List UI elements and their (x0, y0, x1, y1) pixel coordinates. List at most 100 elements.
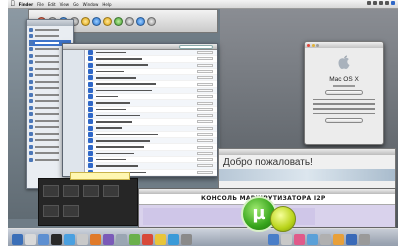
about-this-mac-window: Mac OS X (304, 41, 384, 145)
setting-icon (88, 113, 93, 119)
app-dock-icon[interactable] (294, 234, 305, 245)
menu-item-file[interactable]: File (37, 2, 44, 7)
media-thumbnail[interactable] (43, 185, 59, 197)
setting-icon (88, 119, 93, 125)
app-dock-icon[interactable] (168, 234, 179, 245)
app-dock-icon[interactable] (155, 234, 166, 245)
setting-value-field[interactable] (197, 164, 213, 168)
media-thumbnail[interactable] (63, 205, 79, 217)
folder-icon (29, 86, 33, 91)
setting-value-field[interactable] (197, 88, 213, 92)
apple-menu-icon[interactable]:  (11, 1, 15, 7)
setting-value-field[interactable] (197, 63, 213, 67)
finder-sidebar-item[interactable] (29, 34, 71, 40)
menu-item-go[interactable]: Go (73, 2, 79, 7)
limewire-icon[interactable] (270, 206, 296, 232)
setting-value-field[interactable] (197, 101, 213, 105)
setting-icon (88, 125, 93, 131)
media-thumbnail[interactable] (43, 205, 59, 217)
setting-value-field[interactable] (197, 158, 213, 162)
folder-icon (29, 99, 33, 104)
settings-icon[interactable] (125, 16, 134, 26)
menu-item-finder[interactable]: Finder (19, 2, 34, 7)
finder-dock-icon[interactable] (12, 234, 23, 245)
finder-titlebar[interactable] (27, 20, 73, 26)
setting-value-field[interactable] (197, 114, 213, 118)
app-dock-icon[interactable] (333, 234, 344, 245)
folder-icon (29, 40, 33, 45)
setting-value-field[interactable] (197, 95, 213, 99)
setting-value-field[interactable] (197, 170, 213, 174)
folder-icon (29, 125, 33, 130)
spotlight-icon[interactable] (391, 1, 395, 5)
help-icon[interactable] (136, 16, 145, 26)
setting-value-field[interactable] (197, 120, 213, 124)
settings-rows (86, 50, 217, 176)
folder-icon (29, 138, 33, 143)
app-dock-icon[interactable] (346, 234, 357, 245)
volume-icon[interactable] (373, 1, 377, 5)
globe-icon[interactable] (114, 16, 123, 26)
preferences-dock-icon[interactable] (77, 234, 88, 245)
media-thumbnail[interactable] (83, 185, 99, 197)
firefox-dock-icon[interactable] (90, 234, 101, 245)
setting-value-field[interactable] (197, 126, 213, 130)
setting-value-field[interactable] (197, 57, 213, 61)
menu-item-help[interactable]: Help (102, 2, 111, 7)
arrow-icon[interactable] (147, 16, 156, 26)
dock (8, 228, 398, 246)
minimize-icon[interactable] (311, 43, 315, 47)
app-dock-icon[interactable] (142, 234, 153, 245)
setting-value-field[interactable] (197, 70, 213, 74)
menu-item-window[interactable]: Window (83, 2, 99, 7)
app-dock-icon[interactable] (307, 234, 318, 245)
app-dock-icon[interactable] (281, 234, 292, 245)
search-input[interactable] (179, 45, 213, 49)
setting-icon (88, 132, 93, 137)
setting-icon (88, 163, 93, 169)
settings-sidebar (63, 50, 85, 176)
app-dock-icon[interactable] (181, 234, 192, 245)
safari-dock-icon[interactable] (64, 234, 75, 245)
media-thumbnail[interactable] (103, 185, 119, 197)
os-version (333, 85, 355, 87)
app-dock-icon[interactable] (129, 234, 140, 245)
settings-list-window (62, 43, 218, 177)
app-dock-icon[interactable] (116, 234, 127, 245)
menu-item-edit[interactable]: Edit (48, 2, 56, 7)
setting-value-field[interactable] (197, 145, 213, 149)
welcome-titlebar[interactable] (219, 149, 395, 155)
itunes-dock-icon[interactable] (103, 234, 114, 245)
folder-icon (29, 144, 33, 149)
wifi-icon[interactable] (367, 1, 371, 5)
app-dock-icon[interactable] (268, 234, 279, 245)
app-dock-icon[interactable] (320, 234, 331, 245)
close-icon[interactable] (307, 43, 310, 47)
more-info-button[interactable] (325, 118, 363, 124)
setting-value-field[interactable] (197, 107, 213, 111)
about-titlebar[interactable] (305, 42, 383, 48)
setting-value-field[interactable] (197, 139, 213, 143)
finder-sidebar-item[interactable] (29, 27, 71, 33)
star-icon[interactable] (81, 16, 90, 26)
setting-icon (88, 50, 93, 56)
zoom-icon[interactable] (316, 43, 319, 47)
folder-icon (29, 27, 33, 32)
setting-value-field[interactable] (197, 151, 213, 155)
setting-value-field[interactable] (197, 82, 213, 86)
dashboard-dock-icon[interactable] (25, 234, 36, 245)
terminal-dock-icon[interactable] (51, 234, 62, 245)
setting-value-field[interactable] (197, 133, 213, 136)
software-update-button[interactable] (325, 89, 363, 95)
lock-icon[interactable] (103, 16, 112, 26)
folder-icon (29, 53, 33, 58)
clock-icon[interactable] (385, 1, 389, 5)
mail-dock-icon[interactable] (38, 234, 49, 245)
menu-item-view[interactable]: View (60, 2, 70, 7)
network-icon[interactable] (92, 16, 101, 26)
trash-dock-icon[interactable] (359, 234, 370, 245)
battery-icon[interactable] (379, 1, 383, 5)
setting-value-field[interactable] (197, 76, 213, 80)
media-thumbnail[interactable] (63, 185, 79, 197)
setting-value-field[interactable] (197, 51, 213, 55)
